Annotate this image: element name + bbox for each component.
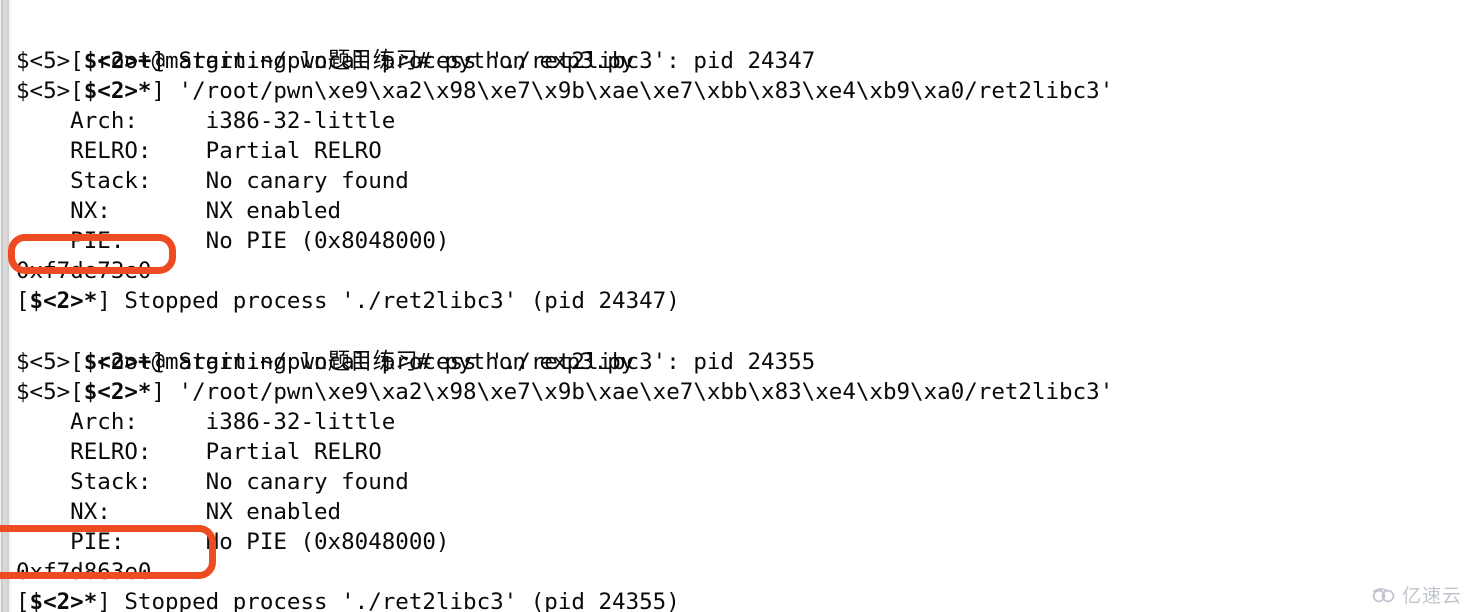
checksec-row-pie: PIE: No PIE (0x8048000) xyxy=(16,528,450,555)
terminal-line-stopped-process: [$<2>*] Stopped process './ret2libc3' (p… xyxy=(16,587,1456,612)
log-message: ] Stopped process './ret2libc3' (pid 243… xyxy=(97,288,680,315)
terminal-window: root@margin:~/pwn题目练习# python exp3.py $<… xyxy=(0,0,1470,612)
log-prefix: [ xyxy=(16,288,30,315)
vertical-scrollbar[interactable] xyxy=(0,0,11,612)
log-status-marker: $<2>* xyxy=(29,588,98,612)
checksec-row-relro: RELRO: Partial RELRO xyxy=(16,138,382,165)
checksec-row-nx: NX: NX enabled xyxy=(16,198,342,225)
log-message: ] Stopped process './ret2libc3' (pid 243… xyxy=(97,588,680,612)
log-prefix: $<5>[ xyxy=(16,78,84,105)
terminal-line-stopped-process: [$<2>*] Stopped process './ret2libc3' (p… xyxy=(16,286,1456,316)
checksec-row-arch: Arch: i386-32-little xyxy=(16,408,396,435)
log-status-marker: $<2>* xyxy=(83,378,152,405)
terminal-line-prompt: root@margin:~/pwn题目练习# python exp3.py xyxy=(16,317,1456,375)
cloud-icon xyxy=(1371,587,1397,603)
terminal-output[interactable]: root@margin:~/pwn题目练习# python exp3.py $<… xyxy=(16,0,1456,612)
checksec-row-pie: PIE: No PIE (0x8048000) xyxy=(16,228,450,255)
checksec-row-stack: Stack: No canary found xyxy=(16,468,409,495)
log-prefix: [ xyxy=(16,588,30,612)
checksec-row-arch: Arch: i386-32-little xyxy=(16,108,396,135)
log-prefix: $<5>[ xyxy=(16,48,84,75)
log-status-marker: $<2>* xyxy=(29,288,98,315)
log-prefix: $<5>[ xyxy=(16,378,84,405)
terminal-line-prompt: root@margin:~/pwn题目练习# python exp3.py xyxy=(16,16,1456,74)
terminal-line-partial-top xyxy=(16,0,1456,16)
log-status-marker: $<2>* xyxy=(83,78,152,105)
leaked-address-value: 0xf7de73e0 xyxy=(16,258,152,285)
checksec-row-nx: NX: NX enabled xyxy=(16,498,342,525)
terminal-line-binary-path: $<5>[$<2>*] '/root/pwn\xe9\xa2\x98\xe7\x… xyxy=(16,377,1456,407)
log-message: ] '/root/pwn\xe9\xa2\x98\xe7\x9b\xae\xe7… xyxy=(151,378,1114,405)
leaked-address-value: 0xf7d863e0 xyxy=(16,558,152,585)
terminal-line-binary-path: $<5>[$<2>*] '/root/pwn\xe9\xa2\x98\xe7\x… xyxy=(16,76,1456,106)
checksec-row-relro: RELRO: Partial RELRO xyxy=(16,438,382,465)
log-prefix: $<5>[ xyxy=(16,348,84,375)
log-message: ] Starting local process './ret2libc3': … xyxy=(151,48,816,75)
watermark: 亿速云 xyxy=(1371,581,1462,608)
watermark-text: 亿速云 xyxy=(1401,585,1462,607)
log-message: ] Starting local process './ret2libc3': … xyxy=(151,348,816,375)
log-status-marker: $<2>+ xyxy=(83,348,152,375)
log-status-marker: $<2>+ xyxy=(83,48,152,75)
checksec-row-stack: Stack: No canary found xyxy=(16,168,409,195)
terminal-line-start-process: $<5>[$<2>+] Starting local process './re… xyxy=(16,46,1456,76)
log-message: ] '/root/pwn\xe9\xa2\x98\xe7\x9b\xae\xe7… xyxy=(151,78,1114,105)
terminal-line-start-process: $<5>[$<2>+] Starting local process './re… xyxy=(16,347,1456,377)
